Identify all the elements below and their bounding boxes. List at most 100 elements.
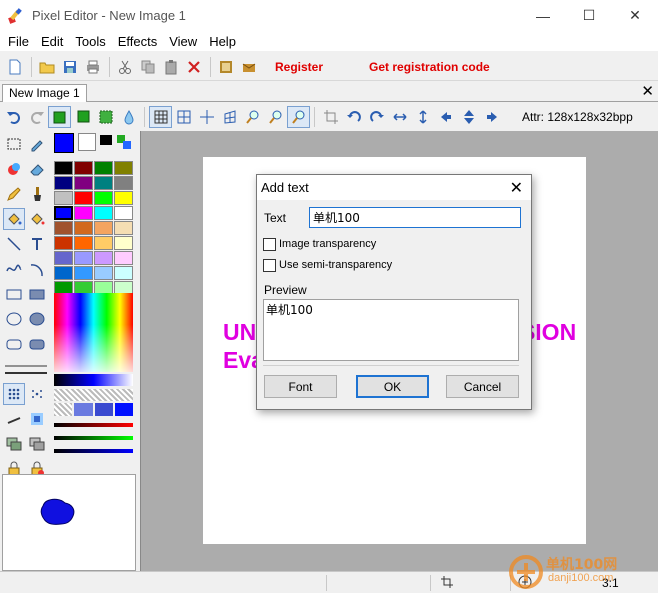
undo-icon[interactable] (2, 106, 25, 128)
palette-swatch[interactable] (74, 221, 93, 235)
blue-slider[interactable] (54, 449, 133, 453)
open-icon[interactable] (36, 56, 58, 78)
rectangle-icon[interactable] (3, 283, 25, 305)
print-icon[interactable] (82, 56, 104, 78)
layer-green-3-icon[interactable] (94, 106, 117, 128)
smudge-icon[interactable] (3, 408, 25, 430)
palette-swatch[interactable] (54, 221, 73, 235)
ellipse-icon[interactable] (3, 308, 25, 330)
grid-icon[interactable] (149, 106, 172, 128)
text-input[interactable]: 单机100 (309, 207, 521, 228)
palette-swatch[interactable] (94, 236, 113, 250)
green-slider[interactable] (54, 436, 133, 440)
palette-swatch[interactable] (94, 266, 113, 280)
palette-swatch[interactable] (74, 191, 93, 205)
pencil-icon[interactable] (3, 183, 25, 205)
drop-icon[interactable] (117, 106, 140, 128)
color-replace-icon[interactable] (3, 158, 25, 180)
shift-left-icon[interactable] (434, 106, 457, 128)
tab-new-image-1[interactable]: New Image 1 (2, 84, 87, 102)
tab-close-icon[interactable]: ✕ (641, 83, 654, 101)
palette-swatch[interactable] (114, 206, 133, 220)
color-spectrum[interactable] (54, 293, 133, 372)
palette-swatch[interactable] (74, 161, 93, 175)
font-button[interactable]: Font (264, 375, 337, 398)
eyedropper-icon[interactable] (26, 133, 48, 155)
crosshair-icon[interactable] (195, 106, 218, 128)
palette-swatch[interactable] (54, 161, 73, 175)
rounded-rect-icon[interactable] (3, 333, 25, 355)
palette-swatch[interactable] (74, 266, 93, 280)
zoom-text-icon[interactable] (287, 106, 310, 128)
perspective-grid-icon[interactable] (218, 106, 241, 128)
palette-swatch[interactable] (94, 161, 113, 175)
palette-swatch[interactable] (94, 191, 113, 205)
palette-swatch[interactable] (94, 206, 113, 220)
color-selector[interactable] (54, 133, 134, 155)
register-icon[interactable] (238, 56, 260, 78)
filled-rounded-rect-icon[interactable] (26, 333, 48, 355)
blur-icon[interactable] (26, 408, 48, 430)
default-colors-icon[interactable] (100, 135, 112, 145)
semi-transparency-checkbox[interactable] (263, 259, 276, 272)
grid-large-icon[interactable] (172, 106, 195, 128)
rotate-left-icon[interactable] (342, 106, 365, 128)
ok-button[interactable]: OK (356, 375, 429, 398)
layers-2-icon[interactable] (26, 433, 48, 455)
spray-icon[interactable] (26, 383, 48, 405)
layers-icon[interactable] (3, 433, 25, 455)
palette-swatch[interactable] (54, 176, 73, 190)
image-transparency-checkbox[interactable] (263, 238, 276, 251)
zoom-out-icon[interactable] (264, 106, 287, 128)
transparency-bar[interactable] (54, 389, 133, 401)
color-gradient-bar[interactable] (54, 374, 133, 386)
palette-swatch[interactable] (54, 191, 73, 205)
maximize-button[interactable]: ☐ (566, 0, 612, 31)
shift-right-icon[interactable] (480, 106, 503, 128)
menu-help[interactable]: Help (203, 34, 242, 49)
palette-swatch[interactable] (74, 236, 93, 250)
palette-swatch[interactable] (114, 236, 133, 250)
red-slider[interactable] (54, 423, 133, 427)
background-color-swatch[interactable] (78, 133, 96, 151)
cut-icon[interactable] (114, 56, 136, 78)
menu-edit[interactable]: Edit (35, 34, 69, 49)
shift-updown-icon[interactable] (457, 106, 480, 128)
palette-swatch[interactable] (114, 176, 133, 190)
crop-select-icon[interactable] (319, 106, 342, 128)
minimize-button[interactable]: — (520, 0, 566, 31)
paste-icon[interactable] (160, 56, 182, 78)
palette-swatch[interactable] (74, 176, 93, 190)
filled-rectangle-icon[interactable] (26, 283, 48, 305)
register-link[interactable]: Register (275, 60, 323, 74)
dots-pattern-icon[interactable] (3, 383, 25, 405)
crop-icon[interactable] (215, 56, 237, 78)
palette-swatch[interactable] (54, 266, 73, 280)
foreground-color-swatch[interactable] (54, 133, 74, 153)
palette-swatch[interactable] (94, 251, 113, 265)
close-button[interactable]: ✕ (612, 0, 658, 31)
save-icon[interactable] (59, 56, 81, 78)
menu-effects[interactable]: Effects (112, 34, 164, 49)
rect-select-icon[interactable] (3, 133, 25, 155)
arc-icon[interactable] (26, 258, 48, 280)
text-icon[interactable] (26, 233, 48, 255)
palette-swatch[interactable] (94, 176, 113, 190)
filled-ellipse-icon[interactable] (26, 308, 48, 330)
brush-icon[interactable] (26, 183, 48, 205)
flip-horizontal-icon[interactable] (388, 106, 411, 128)
menu-file[interactable]: File (2, 34, 35, 49)
cancel-button[interactable]: Cancel (446, 375, 519, 398)
palette-swatch[interactable] (114, 161, 133, 175)
gradient-fill-icon[interactable] (26, 208, 48, 230)
dialog-close-icon[interactable]: ✕ (510, 178, 523, 198)
delete-icon[interactable] (183, 56, 205, 78)
menu-view[interactable]: View (163, 34, 203, 49)
layer-green-icon[interactable] (48, 106, 71, 128)
line-width-icon[interactable] (3, 358, 49, 380)
get-registration-code-link[interactable]: Get registration code (369, 60, 490, 74)
palette-swatch[interactable] (74, 206, 93, 220)
layer-green-2-icon[interactable] (71, 106, 94, 128)
flip-vertical-icon[interactable] (411, 106, 434, 128)
palette-swatch[interactable] (94, 221, 113, 235)
